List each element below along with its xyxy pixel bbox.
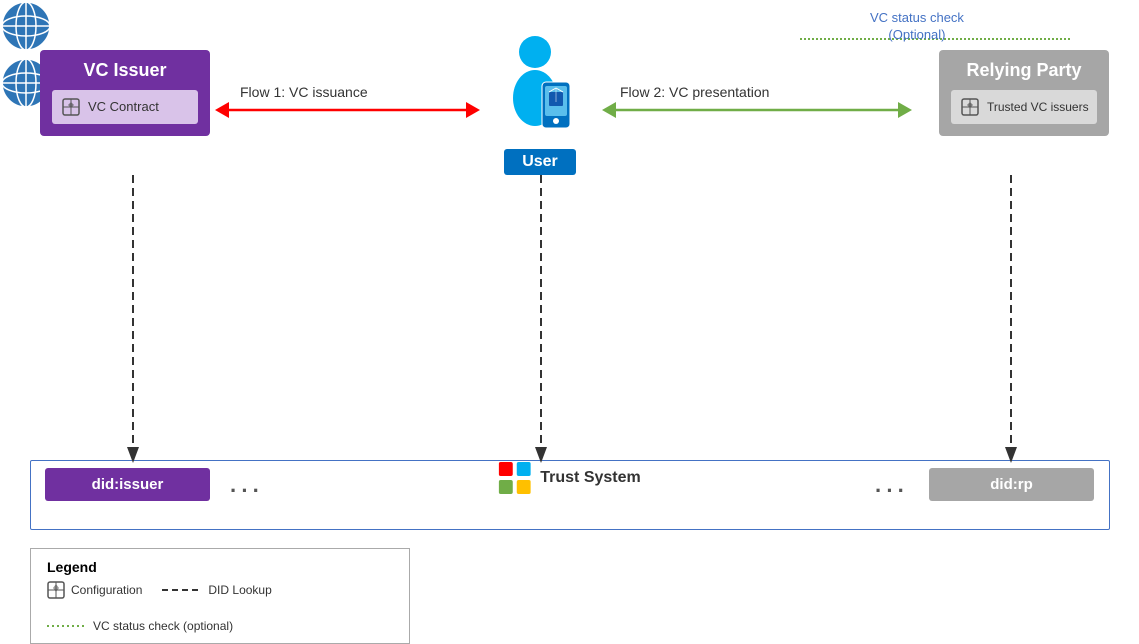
- trusted-vc-issuers-label: Trusted VC issuers: [987, 100, 1089, 114]
- dashed-arrow-issuer: [123, 175, 143, 463]
- trust-system-center: Trust System: [498, 462, 640, 494]
- did-issuer-box: did:issuer: [45, 468, 210, 501]
- trust-system-icon: [498, 462, 530, 494]
- legend-did-text: DID Lookup: [208, 583, 271, 597]
- did-rp-box: did:rp: [929, 468, 1094, 501]
- legend-dotted-icon: [47, 620, 87, 632]
- user-label: User: [504, 149, 576, 175]
- legend-config-text: Configuration: [71, 583, 142, 597]
- flow2-arrow: [602, 95, 912, 125]
- vc-issuer-sub: VC Contract: [52, 90, 198, 124]
- vc-issuer-block: VC Issuer VC Contract: [40, 50, 210, 136]
- trust-system-label: Trust System: [540, 469, 640, 487]
- legend-vc-status-text: VC status check (optional): [93, 619, 233, 633]
- legend-item-config: Configuration: [47, 581, 142, 599]
- user-area: User: [480, 30, 600, 175]
- diagram-container: VC status check (Optional) VC Issuer: [0, 0, 1139, 605]
- legend-dashed-icon: [162, 584, 202, 596]
- legend-item-vc-status: VC status check (optional): [47, 619, 233, 633]
- user-figure-icon: [480, 30, 600, 150]
- vc-issuer-title: VC Issuer: [52, 60, 198, 82]
- vc-status-label: VC status check (Optional): [870, 10, 964, 44]
- flow1-arrow: [215, 95, 480, 125]
- dots-left: ···: [230, 478, 264, 504]
- vc-contract-icon: [60, 96, 82, 118]
- dashed-arrow-rp: [1001, 175, 1021, 463]
- relying-party-title: Relying Party: [951, 60, 1097, 82]
- dashed-arrow-user: [531, 175, 551, 463]
- legend-item-did: DID Lookup: [162, 583, 271, 597]
- dots-right: ···: [875, 478, 909, 504]
- legend-items: Configuration DID Lookup VC status check…: [47, 581, 393, 633]
- legend-cube-icon: [47, 581, 65, 599]
- legend-title: Legend: [47, 559, 393, 575]
- vc-contract-label: VC Contract: [88, 99, 159, 114]
- trusted-vc-icon: [959, 96, 981, 118]
- legend-box: Legend Configuration DID Lookup: [30, 548, 410, 644]
- relying-party-sub: Trusted VC issuers: [951, 90, 1097, 124]
- relying-party-block: Relying Party Trusted VC issuers: [939, 50, 1109, 136]
